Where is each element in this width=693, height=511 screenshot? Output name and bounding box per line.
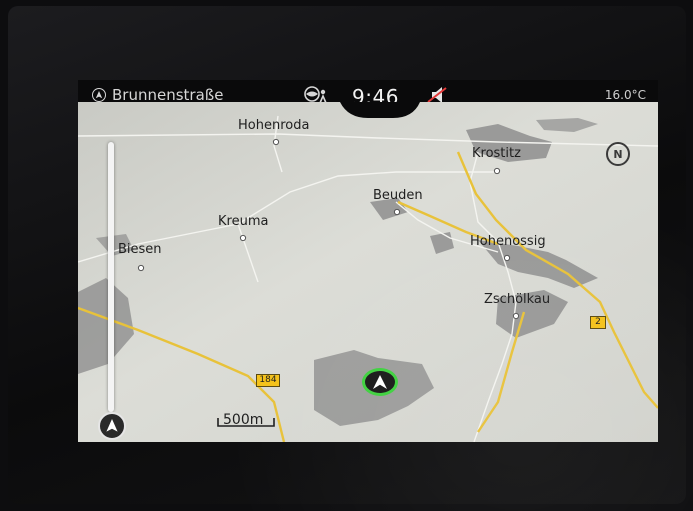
scale-label: 500m [223,412,264,428]
town-label: Kreuma [218,214,269,229]
town-dot [503,254,511,262]
north-label: N [613,147,623,161]
town-label: Beuden [373,188,423,203]
town-dot [493,167,501,175]
town-dot [393,208,401,216]
town-dot [137,264,145,272]
infotainment-screen: Brunnenstraße 9:46 16.0°C Hohenroda Kros… [78,80,658,442]
town-label: Krostitz [472,146,521,161]
town-dot [272,138,280,146]
town-dot [239,234,247,242]
vehicle-position-icon [362,368,398,396]
town-label: Biesen [118,242,162,257]
town-label: Hohenroda [238,118,310,133]
town-label: Hohenossig [470,234,546,249]
temperature-value: 16.0 [604,88,632,102]
town-dot [512,312,520,320]
outside-temperature: 16.0°C [605,88,646,102]
compass-arrow-icon [92,88,106,102]
town-label: Zschölkau [484,292,551,307]
navigation-map[interactable]: Hohenroda Krostitz Beuden Kreuma Hohenos… [78,102,658,442]
compass-arrow-icon[interactable] [98,412,126,440]
temperature-unit: °C [631,88,646,102]
road-shield-2: 2 [590,316,606,329]
zoom-slider[interactable] [108,142,114,412]
north-up-icon[interactable]: N [606,142,630,166]
road-shield-184: 184 [256,374,280,387]
